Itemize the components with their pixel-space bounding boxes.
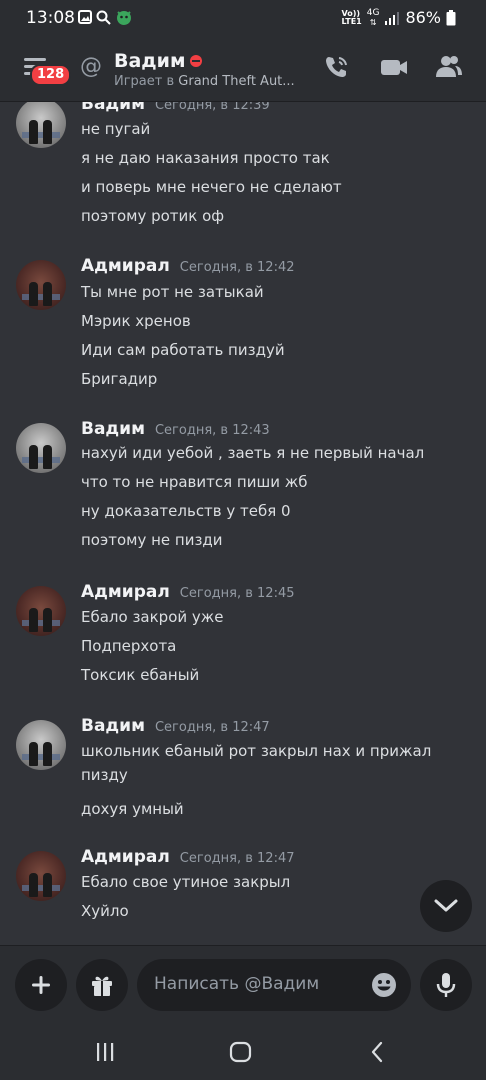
back-button[interactable]	[362, 1037, 392, 1067]
gallery-icon	[78, 10, 92, 24]
message-author[interactable]: Вадим	[81, 716, 145, 736]
back-icon	[371, 1041, 383, 1063]
message-text[interactable]: Хуйло	[81, 899, 471, 923]
message-header: Адмирал Сегодня, в 12:45	[81, 582, 295, 602]
dm-user-name[interactable]: Вадим	[114, 50, 202, 72]
message-group: Вадим Сегодня, в 12:47 школьник ебаный рот…	[0, 716, 486, 856]
message-header: Адмирал Сегодня, в 12:42	[81, 256, 295, 276]
home-button[interactable]	[226, 1037, 256, 1067]
scroll-to-bottom-button[interactable]	[420, 880, 472, 932]
message-text[interactable]: ну доказательств у тебя 0	[81, 499, 471, 523]
message-header: Адмирал Сегодня, в 12:47	[81, 847, 295, 867]
message-text[interactable]: поэтому ротик оф	[81, 204, 471, 228]
message-author[interactable]: Вадим	[81, 419, 145, 439]
at-sign-icon: @	[80, 54, 102, 79]
message-text[interactable]: Иди сам работать пиздуй	[81, 338, 471, 362]
message-text[interactable]: Мэрик хренов	[81, 309, 471, 333]
channel-header: @ Вадим Играет в Grand Theft Aut...	[0, 36, 486, 102]
add-attachment-button[interactable]	[15, 959, 67, 1011]
user-activity-status: Играет в Grand Theft Aut...	[114, 74, 295, 89]
members-icon[interactable]	[434, 52, 464, 82]
message-group: Адмирал Сегодня, в 12:45 Ебало закрой уже П…	[0, 582, 486, 722]
home-icon	[229, 1041, 252, 1063]
chevron-down-icon	[434, 899, 458, 912]
message-input-placeholder: Написать @Вадим	[154, 974, 320, 994]
message-timestamp: Сегодня, в 12:47	[179, 851, 295, 866]
network-label: Vo)) LTE1	[341, 8, 362, 26]
message-timestamp: Сегодня, в 12:39	[154, 102, 270, 113]
recents-icon	[97, 1043, 114, 1061]
message-group: Вадим Сегодня, в 12:43 нахуй иди уебой , з…	[0, 419, 486, 559]
network-gen: 4G ⇅	[366, 7, 380, 27]
system-navigation-bar	[0, 1023, 486, 1080]
message-text[interactable]: Ебало закрой уже	[81, 605, 471, 629]
message-author[interactable]: Вадим	[81, 102, 145, 114]
message-text[interactable]: что то не нравится пиши жб	[81, 470, 471, 494]
message-text[interactable]: я не даю наказания просто так	[81, 146, 471, 170]
avatar[interactable]	[16, 102, 66, 148]
video-camera-icon[interactable]	[379, 52, 409, 82]
avatar[interactable]	[16, 260, 66, 310]
recents-button[interactable]	[90, 1037, 120, 1067]
battery-percent: 86%	[405, 8, 441, 27]
message-text[interactable]: Ты мне рот не затыкай	[81, 280, 471, 304]
message-text[interactable]: Бригадир	[81, 367, 471, 391]
message-text[interactable]: дохуя умный	[81, 797, 471, 821]
status-time: 13:08	[26, 8, 75, 28]
message-composer: Написать @Вадим	[0, 945, 486, 1023]
message-timestamp: Сегодня, в 12:42	[179, 260, 295, 275]
message-text[interactable]: Подперхота	[81, 634, 471, 658]
message-header: Вадим Сегодня, в 12:47	[81, 716, 270, 736]
message-timestamp: Сегодня, в 12:43	[154, 423, 270, 438]
message-header: Вадим Сегодня, в 12:39	[81, 102, 270, 114]
gift-icon	[92, 976, 112, 996]
status-bar: 13:08 Vo)) LTE1 4G ⇅ 86%	[0, 0, 486, 36]
message-input[interactable]: Написать @Вадим	[137, 959, 411, 1011]
message-group: Вадим Сегодня, в 12:39 не пугай я не даю на…	[0, 102, 486, 234]
message-group: Адмирал Сегодня, в 12:47 Ебало свое утиное…	[0, 847, 486, 945]
smile-emoji-icon[interactable]	[371, 972, 397, 998]
unread-badge: 128	[30, 64, 72, 86]
message-author[interactable]: Адмирал	[81, 582, 170, 602]
message-text[interactable]: поэтому не пизди	[81, 528, 471, 552]
avatar[interactable]	[16, 720, 66, 770]
message-list[interactable]: Вадим Сегодня, в 12:39 не пугай я не даю на…	[0, 102, 486, 945]
search-status-icon	[96, 10, 111, 25]
message-author[interactable]: Адмирал	[81, 847, 170, 867]
message-text[interactable]: Токсик ебаный	[81, 663, 471, 687]
app-notification-icon	[117, 11, 131, 25]
message-text[interactable]: школьник ебаный рот закрыл нах и прижал …	[81, 739, 471, 787]
status-system-icons: Vo)) LTE1 4G ⇅ 86%	[341, 8, 456, 27]
message-timestamp: Сегодня, в 12:47	[154, 720, 270, 735]
status-notification-icons	[78, 9, 133, 25]
message-text[interactable]: не пугай	[81, 117, 471, 141]
message-timestamp: Сегодня, в 12:45	[179, 586, 295, 601]
gift-button[interactable]	[76, 959, 128, 1011]
phone-call-icon[interactable]	[322, 52, 352, 82]
message-author[interactable]: Адмирал	[81, 256, 170, 276]
dnd-status-icon	[189, 55, 202, 67]
message-text[interactable]: Ебало свое утиное закрыл	[81, 870, 471, 894]
signal-icon	[385, 11, 400, 25]
message-text[interactable]: нахуй иди уебой , заеть я не первый нача…	[81, 441, 471, 465]
plus-icon	[32, 976, 50, 994]
voice-message-button[interactable]	[420, 959, 472, 1011]
microphone-icon	[436, 973, 456, 997]
message-text[interactable]: и поверь мне нечего не сделают	[81, 175, 471, 199]
avatar[interactable]	[16, 586, 66, 636]
avatar[interactable]	[16, 423, 66, 473]
avatar[interactable]	[16, 851, 66, 901]
battery-icon	[446, 9, 456, 25]
message-header: Вадим Сегодня, в 12:43	[81, 419, 270, 439]
message-group: Адмирал Сегодня, в 12:42 Ты мне рот не зат…	[0, 256, 486, 396]
